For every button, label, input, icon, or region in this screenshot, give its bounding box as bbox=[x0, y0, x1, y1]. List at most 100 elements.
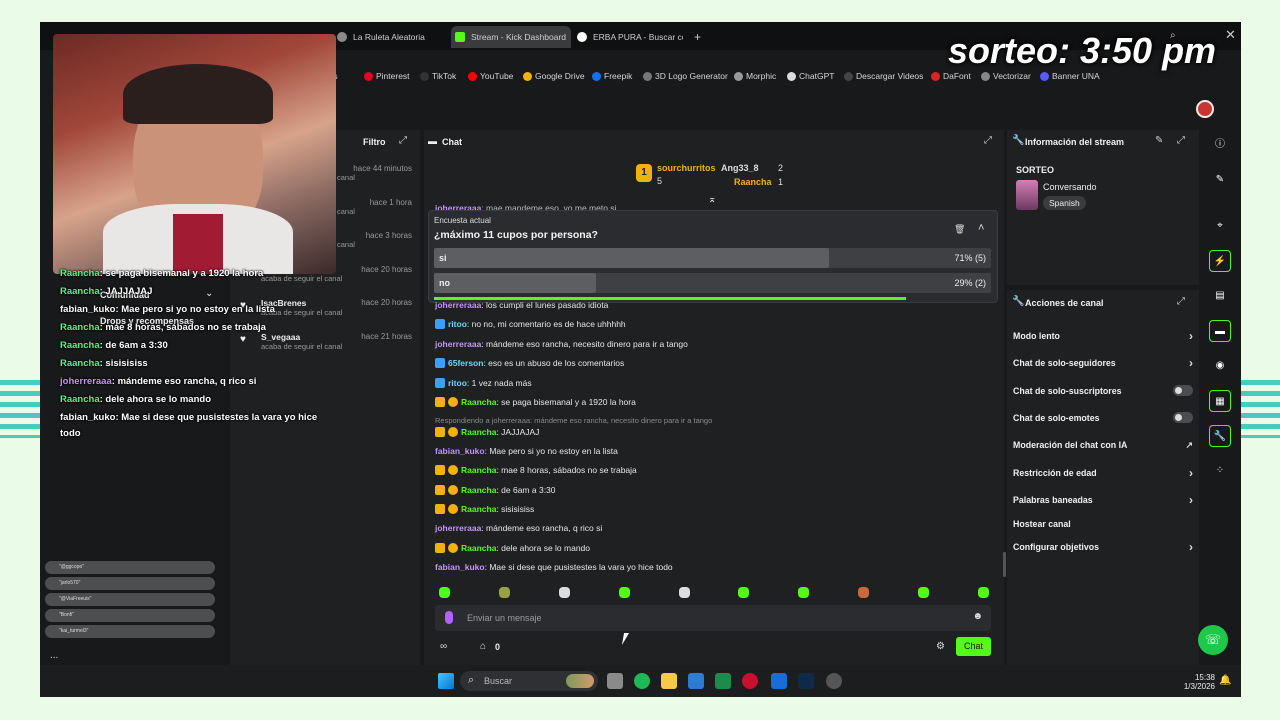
action-slow-mode[interactable]: Modo lento › bbox=[1013, 329, 1193, 343]
emote-icon[interactable] bbox=[798, 587, 809, 598]
chatgpt-icon bbox=[787, 72, 796, 81]
chat-message: Raancha: se paga bisemanal y a 1920 la h… bbox=[435, 397, 636, 407]
word-icon[interactable] bbox=[688, 673, 704, 689]
emoji-icon[interactable]: ☻ bbox=[972, 611, 983, 622]
edit-icon[interactable]: ✎ bbox=[1155, 135, 1163, 146]
microphone-icon[interactable] bbox=[445, 611, 453, 624]
bookmark-youtube[interactable]: YouTube bbox=[468, 71, 513, 81]
broadcast-icon[interactable]: ◉ bbox=[1209, 355, 1231, 377]
bookmark-vectorizar[interactable]: Vectorizar bbox=[981, 71, 1031, 81]
vegas-icon[interactable] bbox=[771, 673, 787, 689]
drive-icon bbox=[523, 72, 532, 81]
verified-icon bbox=[435, 358, 445, 368]
chat-input[interactable]: Enviar un mensaje ☻ bbox=[435, 605, 991, 631]
reply-context: Respondiendo a joherreraaa: mándeme eso … bbox=[435, 416, 713, 425]
bookmark-chatgpt[interactable]: ChatGPT bbox=[787, 71, 834, 81]
task-view-icon[interactable] bbox=[607, 673, 623, 689]
action-followers-only[interactable]: Chat de solo-seguidores › bbox=[1013, 356, 1193, 370]
tiktok-icon bbox=[420, 72, 429, 81]
tab-ruleta[interactable]: La Ruleta Aleatoria bbox=[333, 26, 448, 48]
spotify-icon[interactable] bbox=[634, 673, 650, 689]
chat-icon[interactable]: ▬ bbox=[1209, 320, 1231, 342]
action-ai-moderation[interactable]: Moderación del chat con IA ↗ bbox=[1013, 440, 1193, 450]
notification-icon[interactable]: 🔔 bbox=[1219, 675, 1231, 686]
popout-icon[interactable]: ⤢ bbox=[984, 135, 992, 146]
popout-icon[interactable]: ⤢ bbox=[399, 135, 407, 146]
bookmark-morphic[interactable]: Morphic bbox=[734, 71, 776, 81]
emote-icon[interactable] bbox=[978, 587, 989, 598]
new-tab-button[interactable]: + bbox=[690, 26, 710, 48]
avatar[interactable] bbox=[1196, 100, 1214, 118]
scrollbar[interactable] bbox=[1003, 552, 1006, 577]
stream-title-value: SORTEO bbox=[1016, 165, 1055, 175]
emote-icon[interactable] bbox=[679, 587, 690, 598]
poll-option-si[interactable]: si 71% (5) bbox=[434, 248, 991, 268]
gear-icon[interactable]: ⚙ bbox=[936, 641, 945, 652]
infinity-icon[interactable]: ∞ bbox=[440, 641, 447, 652]
bookmark-tiktok[interactable]: TikTok bbox=[420, 71, 456, 81]
bookmark-pinterest[interactable]: Pinterest bbox=[364, 71, 410, 81]
file-explorer-icon[interactable] bbox=[661, 673, 677, 689]
lightning-icon[interactable]: ⚡ bbox=[1209, 250, 1231, 272]
more-menu[interactable]: ... bbox=[50, 650, 58, 661]
emote-icon[interactable] bbox=[858, 587, 869, 598]
opera-icon[interactable] bbox=[742, 673, 758, 689]
support-chat-icon[interactable]: ☏ bbox=[1198, 625, 1228, 655]
send-chat-button[interactable]: Chat bbox=[956, 637, 991, 656]
popout-icon[interactable]: ⤢ bbox=[1177, 296, 1185, 307]
bookmark-descargar[interactable]: Descargar Videos bbox=[844, 71, 923, 81]
wrench-icon[interactable]: 🔧 bbox=[1209, 425, 1231, 447]
tab-google-search[interactable]: ERBA PURA - Buscar con bbox=[573, 26, 683, 48]
apps-icon[interactable]: ⁘ bbox=[1209, 460, 1231, 482]
chevron-down-icon[interactable]: ⌄ bbox=[205, 288, 213, 299]
info-icon[interactable]: ⓘ bbox=[1209, 134, 1231, 156]
focus-icon[interactable]: ⌖ bbox=[1209, 215, 1231, 237]
pin-icon[interactable]: ⌅ bbox=[708, 194, 716, 205]
popout-icon[interactable]: ⤢ bbox=[1177, 135, 1185, 146]
action-banned-words[interactable]: Palabras baneadas › bbox=[1013, 493, 1193, 507]
action-configure-goals[interactable]: Configurar objetivos › bbox=[1013, 540, 1193, 554]
heart-icon: ♥ bbox=[240, 334, 246, 345]
tab-kick-dashboard[interactable]: Stream - Kick Dashboard bbox=[451, 26, 571, 48]
bookmark-3d-logo[interactable]: 3D Logo Generator bbox=[643, 71, 728, 81]
poll-option-no[interactable]: no 29% (2) bbox=[434, 273, 991, 293]
emote-icon[interactable] bbox=[918, 587, 929, 598]
action-emotes-only[interactable]: Chat de solo-emotes bbox=[1013, 412, 1193, 423]
emote-icon[interactable] bbox=[439, 587, 450, 598]
pencil-icon[interactable]: ✎ bbox=[1209, 169, 1231, 191]
external-link-icon: ↗ bbox=[1185, 440, 1193, 450]
crown-icon bbox=[435, 427, 445, 437]
points-count: 0 bbox=[495, 642, 501, 652]
action-age-restriction[interactable]: Restricción de edad › bbox=[1013, 466, 1193, 480]
close-icon[interactable]: ✕ bbox=[1225, 27, 1236, 43]
emote-icon[interactable] bbox=[499, 587, 510, 598]
obs-icon[interactable] bbox=[826, 673, 842, 689]
storage-icon[interactable]: ▦ bbox=[1209, 390, 1231, 412]
bookmark-dafont[interactable]: DaFont bbox=[931, 71, 971, 81]
streamer-hair bbox=[123, 64, 273, 124]
chat-message: Raancha: JAJJAJAJ bbox=[435, 427, 539, 437]
crown-icon bbox=[435, 504, 445, 514]
taskbar-search[interactable]: ⌕ Buscar bbox=[460, 671, 598, 691]
overlay-chat-line: Raancha: mae 8 horas, sábados no se trab… bbox=[60, 322, 266, 333]
action-host-channel[interactable]: Hostear canal bbox=[1013, 519, 1193, 529]
bookmark-banner[interactable]: Banner UNA bbox=[1040, 71, 1100, 81]
giveaway-entry: "kai_turmel3" bbox=[45, 625, 215, 638]
chevron-up-icon[interactable]: ˄ bbox=[978, 222, 984, 234]
windows-start-icon[interactable] bbox=[438, 673, 454, 689]
emote-icon[interactable] bbox=[619, 587, 630, 598]
emote-icon[interactable] bbox=[559, 587, 570, 598]
clock[interactable]: 15:38 1/3/2026 bbox=[1177, 673, 1215, 691]
filter-label[interactable]: Filtro bbox=[363, 137, 386, 147]
bookmark-drive[interactable]: Google Drive bbox=[523, 71, 585, 81]
shirt-stripe bbox=[173, 214, 223, 274]
trash-icon[interactable]: 🗑 bbox=[954, 224, 965, 235]
chat-message: 65ferson: eso es un abuso de los comenta… bbox=[435, 358, 624, 368]
store-icon[interactable]: ⌂ bbox=[480, 641, 486, 652]
action-subscribers-only[interactable]: Chat de solo-suscriptores bbox=[1013, 385, 1193, 396]
emote-icon[interactable] bbox=[738, 587, 749, 598]
photoshop-icon[interactable] bbox=[798, 673, 814, 689]
excel-icon[interactable] bbox=[715, 673, 731, 689]
document-icon[interactable]: ▤ bbox=[1209, 285, 1231, 307]
bookmark-freepik[interactable]: Freepik bbox=[592, 71, 632, 81]
